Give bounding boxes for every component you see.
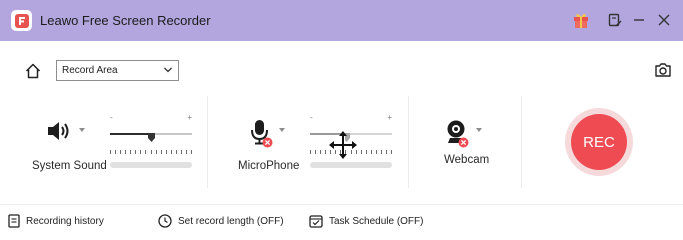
microphone-label: MicroPhone bbox=[238, 160, 300, 172]
record-area-dropdown[interactable]: Record Area bbox=[56, 60, 179, 81]
system-sound-label: System Sound bbox=[32, 160, 107, 172]
slider-tick bbox=[175, 150, 177, 154]
slider-tick bbox=[375, 150, 377, 154]
slider-tick bbox=[140, 150, 142, 154]
slider-tick bbox=[125, 150, 127, 154]
microphone-dropdown-arrow[interactable] bbox=[279, 128, 285, 132]
title-bar: Leawo Free Screen Recorder bbox=[0, 0, 683, 41]
slider-tick bbox=[155, 150, 157, 154]
gift-icon[interactable] bbox=[570, 9, 592, 31]
slider-tick bbox=[380, 150, 382, 154]
slider-tick bbox=[130, 150, 132, 154]
slider-tick bbox=[170, 150, 172, 154]
set-record-length-link[interactable]: Set record length (OFF) bbox=[158, 213, 284, 229]
slider-min-label: - bbox=[110, 113, 113, 122]
slider-max-label: + bbox=[387, 113, 392, 122]
edit-icon[interactable] bbox=[604, 9, 626, 31]
slider-fill bbox=[110, 133, 151, 135]
slider-tick bbox=[110, 150, 111, 154]
webcam-dropdown-arrow[interactable] bbox=[476, 128, 482, 132]
recording-history-label: Recording history bbox=[26, 215, 104, 227]
slider-ticks bbox=[110, 150, 192, 155]
slider-tick bbox=[320, 150, 322, 154]
slider-tick bbox=[191, 150, 192, 154]
slider-thumb[interactable] bbox=[147, 129, 155, 142]
muted-badge-icon bbox=[458, 135, 469, 148]
system-sound-dropdown-arrow[interactable] bbox=[79, 128, 85, 132]
minimize-icon[interactable] bbox=[628, 9, 650, 31]
slider-tick bbox=[160, 150, 162, 154]
system-sound-slider[interactable]: - + bbox=[110, 113, 192, 163]
window-title: Leawo Free Screen Recorder bbox=[40, 13, 211, 28]
set-record-length-label: Set record length (OFF) bbox=[178, 215, 284, 227]
slider-tick bbox=[165, 150, 167, 154]
app-logo-icon bbox=[11, 10, 32, 31]
slider-tick bbox=[120, 150, 122, 154]
webcam-label: Webcam bbox=[444, 154, 490, 166]
task-schedule-link[interactable]: Task Schedule (OFF) bbox=[309, 213, 423, 229]
task-schedule-label: Task Schedule (OFF) bbox=[329, 215, 424, 227]
slider-tick bbox=[315, 150, 317, 154]
speaker-icon[interactable] bbox=[46, 119, 74, 143]
slider-tick bbox=[180, 150, 182, 154]
move-cursor-icon bbox=[328, 130, 358, 160]
calendar-icon bbox=[309, 215, 323, 228]
clock-icon bbox=[158, 214, 172, 228]
slider-tick bbox=[360, 150, 362, 154]
slider-tick bbox=[185, 150, 187, 154]
record-area-value: Record Area bbox=[62, 65, 118, 76]
camera-icon[interactable] bbox=[654, 62, 672, 78]
section-divider bbox=[408, 96, 409, 188]
slider-max-label: + bbox=[187, 113, 192, 122]
rec-button[interactable]: REC bbox=[571, 114, 627, 170]
recording-history-link[interactable]: Recording history bbox=[8, 213, 104, 229]
slider-tick bbox=[385, 150, 387, 154]
slider-tick bbox=[365, 150, 367, 154]
slider-tick bbox=[325, 150, 327, 154]
section-divider bbox=[521, 96, 522, 188]
slider-tick bbox=[135, 150, 137, 154]
home-icon[interactable] bbox=[24, 62, 42, 80]
slider-tick bbox=[150, 150, 152, 154]
rec-button-label: REC bbox=[583, 133, 615, 151]
chevron-down-icon bbox=[163, 65, 173, 78]
system-sound-level-bar bbox=[110, 162, 192, 168]
slider-min-label: - bbox=[310, 113, 313, 122]
slider-tick bbox=[391, 150, 392, 154]
slider-tick bbox=[310, 150, 311, 154]
slider-tick bbox=[370, 150, 372, 154]
bottom-bar: Recording history Set record length (OFF… bbox=[0, 204, 683, 234]
microphone-level-bar bbox=[310, 162, 392, 168]
slider-tick bbox=[115, 150, 117, 154]
app-window: Leawo Free Screen Recorder Record Area -… bbox=[0, 0, 683, 234]
muted-badge-icon bbox=[262, 135, 273, 148]
slider-tick bbox=[145, 150, 147, 154]
close-icon[interactable] bbox=[653, 9, 675, 31]
section-divider bbox=[207, 96, 208, 188]
document-icon bbox=[8, 214, 20, 228]
